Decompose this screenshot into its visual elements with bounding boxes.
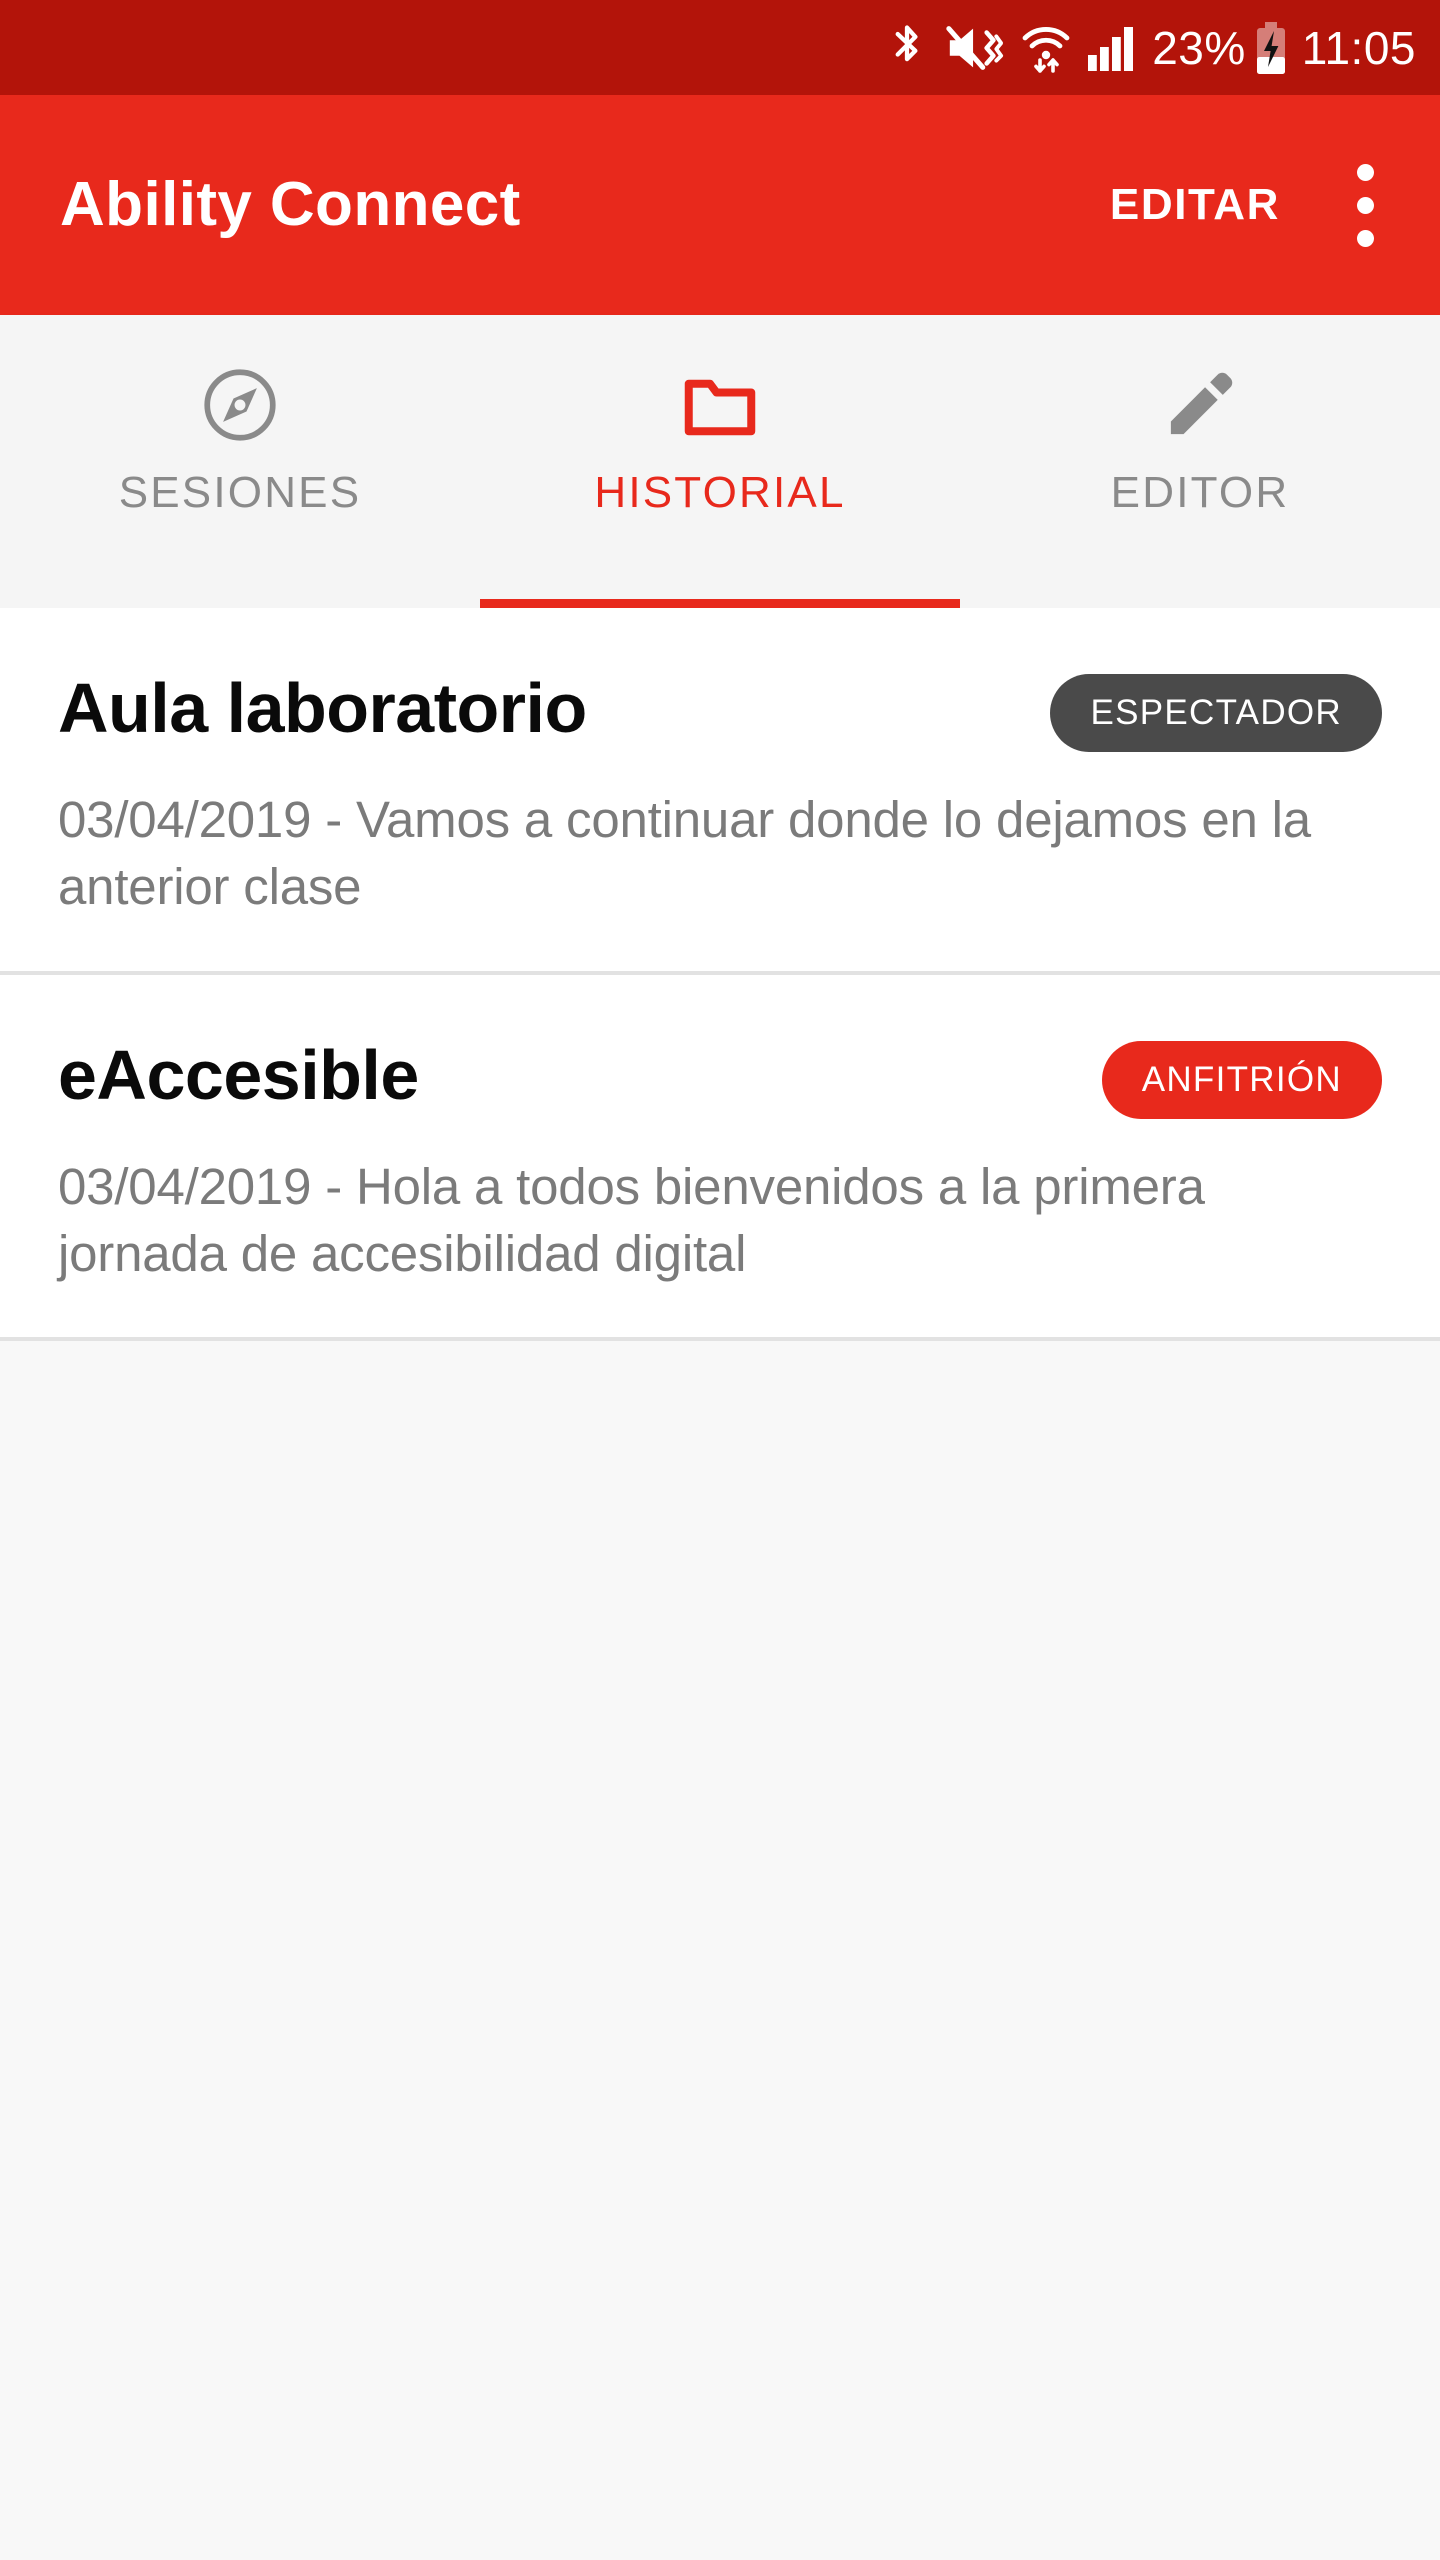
list-item-header: eAccesible ANFITRIÓN (58, 1033, 1382, 1119)
compass-icon (201, 363, 279, 447)
app-bar: Ability Connect EDITAR (0, 95, 1440, 315)
list-item-header: Aula laboratorio ESPECTADOR (58, 666, 1382, 752)
battery-charging-icon (1254, 21, 1288, 75)
battery-percent-label: 23% (1152, 21, 1246, 74)
tab-editor[interactable]: EDITOR (960, 315, 1440, 608)
pencil-icon (1162, 363, 1238, 447)
status-badge: ANFITRIÓN (1101, 1040, 1382, 1119)
page-title: Ability Connect (60, 170, 521, 239)
status-bar: 23% 11:05 (0, 0, 1440, 95)
bluetooth-icon (884, 22, 930, 74)
signal-icon (1086, 23, 1138, 73)
tab-historial[interactable]: HISTORIAL (480, 315, 960, 608)
edit-button[interactable]: EDITAR (1110, 180, 1280, 230)
session-subtitle: 03/04/2019 - Vamos a continuar donde lo … (58, 791, 1311, 916)
tab-label-sesiones: SESIONES (118, 468, 362, 517)
status-bar-icons: 23% 11:05 (884, 21, 1416, 75)
tab-bar: SESIONES HISTORIAL EDITOR (0, 315, 1440, 608)
tab-sesiones[interactable]: SESIONES (0, 315, 480, 608)
folder-icon (680, 363, 760, 447)
list-item[interactable]: eAccesible ANFITRIÓN 03/04/2019 - Hola a… (0, 974, 1440, 1338)
app-screen: 23% 11:05 Ability Connect EDITAR SESIONE… (0, 0, 1440, 2560)
mute-vibrate-icon (944, 22, 1006, 74)
history-list: Aula laboratorio ESPECTADOR 03/04/2019 -… (0, 608, 1440, 1342)
clock-label: 11:05 (1301, 21, 1416, 74)
tab-label-editor: EDITOR (1110, 468, 1290, 517)
empty-list-area (0, 1341, 1440, 2560)
session-title: eAccesible (58, 1035, 419, 1114)
session-subtitle: 03/04/2019 - Hola a todos bienvenidos a … (58, 1157, 1205, 1282)
more-vert-icon[interactable] (1330, 150, 1400, 260)
status-badge: ESPECTADOR (1050, 674, 1382, 752)
list-item[interactable]: Aula laboratorio ESPECTADOR 03/04/2019 -… (0, 608, 1440, 971)
session-title: Aula laboratorio (58, 669, 587, 747)
active-tab-indicator (480, 599, 960, 608)
content-area: Aula laboratorio ESPECTADOR 03/04/2019 -… (0, 608, 1440, 2560)
tab-label-historial: HISTORIAL (594, 468, 846, 517)
wifi-icon (1020, 21, 1072, 75)
